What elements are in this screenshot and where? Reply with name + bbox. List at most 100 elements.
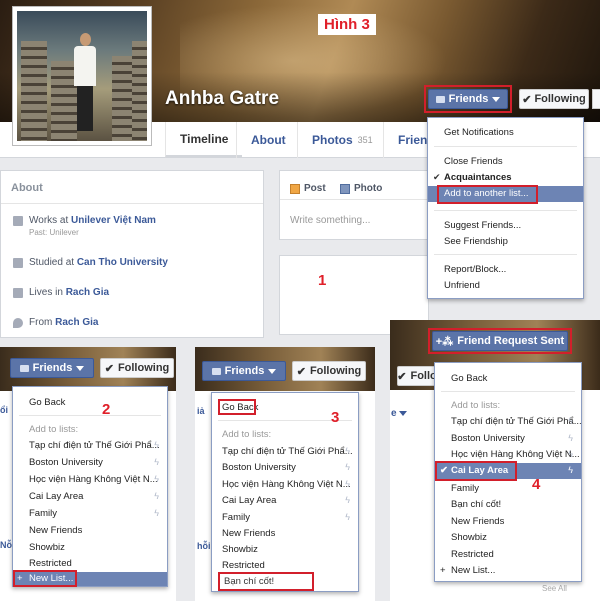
lives-link[interactable]: Rach Gia [66, 287, 109, 298]
menu-list-item[interactable]: New Friends [435, 516, 581, 527]
profile-name[interactable]: Anhba Gatre [165, 88, 279, 110]
highlight-box [437, 185, 538, 204]
menu-acquaintances[interactable]: Acquaintances [428, 172, 583, 183]
home-icon [13, 288, 23, 298]
new-list-input[interactable]: Bạn chí cốt! [218, 572, 314, 591]
menu-list-item[interactable]: Bạn chí cốt! [435, 499, 581, 510]
photo-tab[interactable]: Photo [340, 183, 382, 194]
following-button-label: Following [534, 93, 586, 105]
edge-fragment: e [391, 408, 408, 419]
post-tab[interactable]: Post [290, 183, 326, 194]
friends-button[interactable]: Friends [202, 361, 286, 381]
lightning-icon: ϟ [345, 512, 350, 522]
menu-list-item[interactable]: New Friends [212, 528, 358, 539]
menu-new-list[interactable]: + New List... [435, 565, 581, 576]
person-figure [72, 33, 98, 133]
chevron-down-icon [268, 368, 277, 374]
about-work-past: Past: Unilever [29, 228, 79, 237]
lightning-icon: ϟ [154, 440, 159, 450]
graduation-cap-icon [13, 258, 23, 268]
about-from: From Rach Gia [13, 317, 98, 328]
profile-picture[interactable] [12, 6, 152, 146]
highlight-box [13, 570, 77, 587]
about-title: About [11, 182, 43, 194]
work-link[interactable]: Unilever Việt Nam [71, 215, 156, 226]
lightning-icon: ϟ [154, 491, 159, 501]
highlight-box [428, 328, 572, 354]
menu-unfriend[interactable]: Unfriend [428, 280, 583, 291]
menu-list-item[interactable]: Học viện Hàng Không Việt N... [13, 474, 167, 485]
menu-go-back[interactable]: Go Back [13, 397, 167, 408]
lightning-icon: ϟ [568, 449, 573, 459]
menu-list-item[interactable]: Cai Lay Area [212, 495, 358, 506]
lightning-icon: ϟ [568, 416, 573, 426]
about-card: About Works at Unilever Việt Nam Past: U… [0, 170, 264, 338]
menu-list-item[interactable]: New Friends [13, 525, 167, 536]
menu-list-item[interactable]: Family [13, 508, 167, 519]
check-icon: ✔ [522, 93, 532, 106]
tab-photos[interactable]: Photos 351 [297, 122, 387, 158]
lightning-icon: ϟ [345, 446, 350, 456]
menu-list-item[interactable]: Restricted [435, 549, 581, 560]
friends-icon [19, 364, 29, 372]
menu-list-item[interactable]: Tạp chí điện tử Thế Giới Phẩ... [212, 446, 358, 457]
following-button[interactable]: ✔ Following [292, 361, 366, 381]
lightning-icon: ϟ [154, 508, 159, 518]
lightning-icon: ϟ [345, 495, 350, 505]
menu-list-item[interactable]: Học viện Hàng Không Việt N... [212, 479, 358, 490]
step-number-1: 1 [318, 272, 327, 289]
following-button[interactable]: ✔ Following [100, 358, 174, 378]
step-number-2: 2 [102, 401, 111, 418]
add-to-list-dropdown: Go Back Add to lists: Tạp chí điện tử Th… [434, 362, 582, 582]
edge-fragment: hỗi [197, 541, 211, 551]
menu-list-item[interactable]: Restricted [212, 560, 358, 571]
school-link[interactable]: Can Tho University [77, 257, 168, 268]
more-button[interactable] [592, 89, 600, 109]
menu-list-item[interactable]: Tạp chí điện tử Thế Giới Phẩ... [13, 440, 167, 451]
plus-icon: + [440, 565, 446, 576]
menu-list-item[interactable]: Family [435, 483, 581, 494]
menu-list-item[interactable]: Boston University [212, 462, 358, 473]
friends-icon [211, 367, 221, 375]
hometown-link[interactable]: Rach Gia [55, 317, 98, 328]
lightning-icon: ϟ [568, 433, 573, 443]
menu-list-item[interactable]: Boston University [13, 457, 167, 468]
lightning-icon: ϟ [568, 465, 573, 475]
menu-list-item[interactable]: Học viện Hàng Không Việt N... [435, 449, 581, 460]
see-all-link[interactable]: See All [542, 584, 567, 593]
check-icon: ✔ [296, 365, 306, 378]
menu-see-friendship[interactable]: See Friendship [428, 236, 583, 247]
friends-button[interactable]: Friends [10, 358, 94, 378]
check-icon: ✔ [104, 362, 114, 375]
composer-input[interactable]: Write something... [290, 215, 370, 226]
menu-report-block[interactable]: Report/Block... [428, 264, 583, 275]
menu-list-item[interactable]: Restricted [13, 558, 167, 569]
check-icon: ✔ [397, 370, 407, 383]
chevron-down-icon [76, 365, 85, 371]
menu-list-item[interactable]: Cai Lay Area [13, 491, 167, 502]
menu-suggest-friends[interactable]: Suggest Friends... [428, 220, 583, 231]
menu-list-item[interactable]: Showbiz [13, 542, 167, 553]
menu-list-item[interactable]: Boston University [435, 433, 581, 444]
post-composer: Post Photo Write something... [279, 170, 429, 240]
following-button[interactable]: ✔ Following [519, 89, 589, 109]
figure-badge: Hình 3 [318, 14, 376, 35]
camera-icon [340, 183, 350, 194]
following-button[interactable]: ✔ Follo [397, 366, 437, 386]
menu-list-item[interactable]: Showbiz [212, 544, 358, 555]
menu-go-back[interactable]: Go Back [435, 373, 581, 384]
menu-add-to-lists-header: Add to lists: [29, 424, 79, 435]
menu-close-friends[interactable]: Close Friends [428, 156, 583, 167]
edge-fragment: ổi [0, 405, 8, 415]
add-to-list-dropdown: Go Back Add to lists: Tạp chí điện tử Th… [12, 386, 168, 587]
menu-list-item[interactable]: Family [212, 512, 358, 523]
tab-about[interactable]: About [236, 122, 300, 158]
menu-get-notifications[interactable]: Get Notifications [428, 127, 583, 138]
briefcase-icon [13, 216, 23, 226]
menu-add-to-lists-header: Add to lists: [222, 429, 272, 440]
menu-list-item[interactable]: Tạp chí điện tử Thế Giới Phẩ... [435, 416, 582, 427]
menu-list-item[interactable]: Showbiz [435, 532, 581, 543]
highlight-box [435, 461, 517, 481]
menu-add-to-lists-header: Add to lists: [451, 400, 501, 411]
tab-timeline[interactable]: Timeline [165, 122, 243, 158]
